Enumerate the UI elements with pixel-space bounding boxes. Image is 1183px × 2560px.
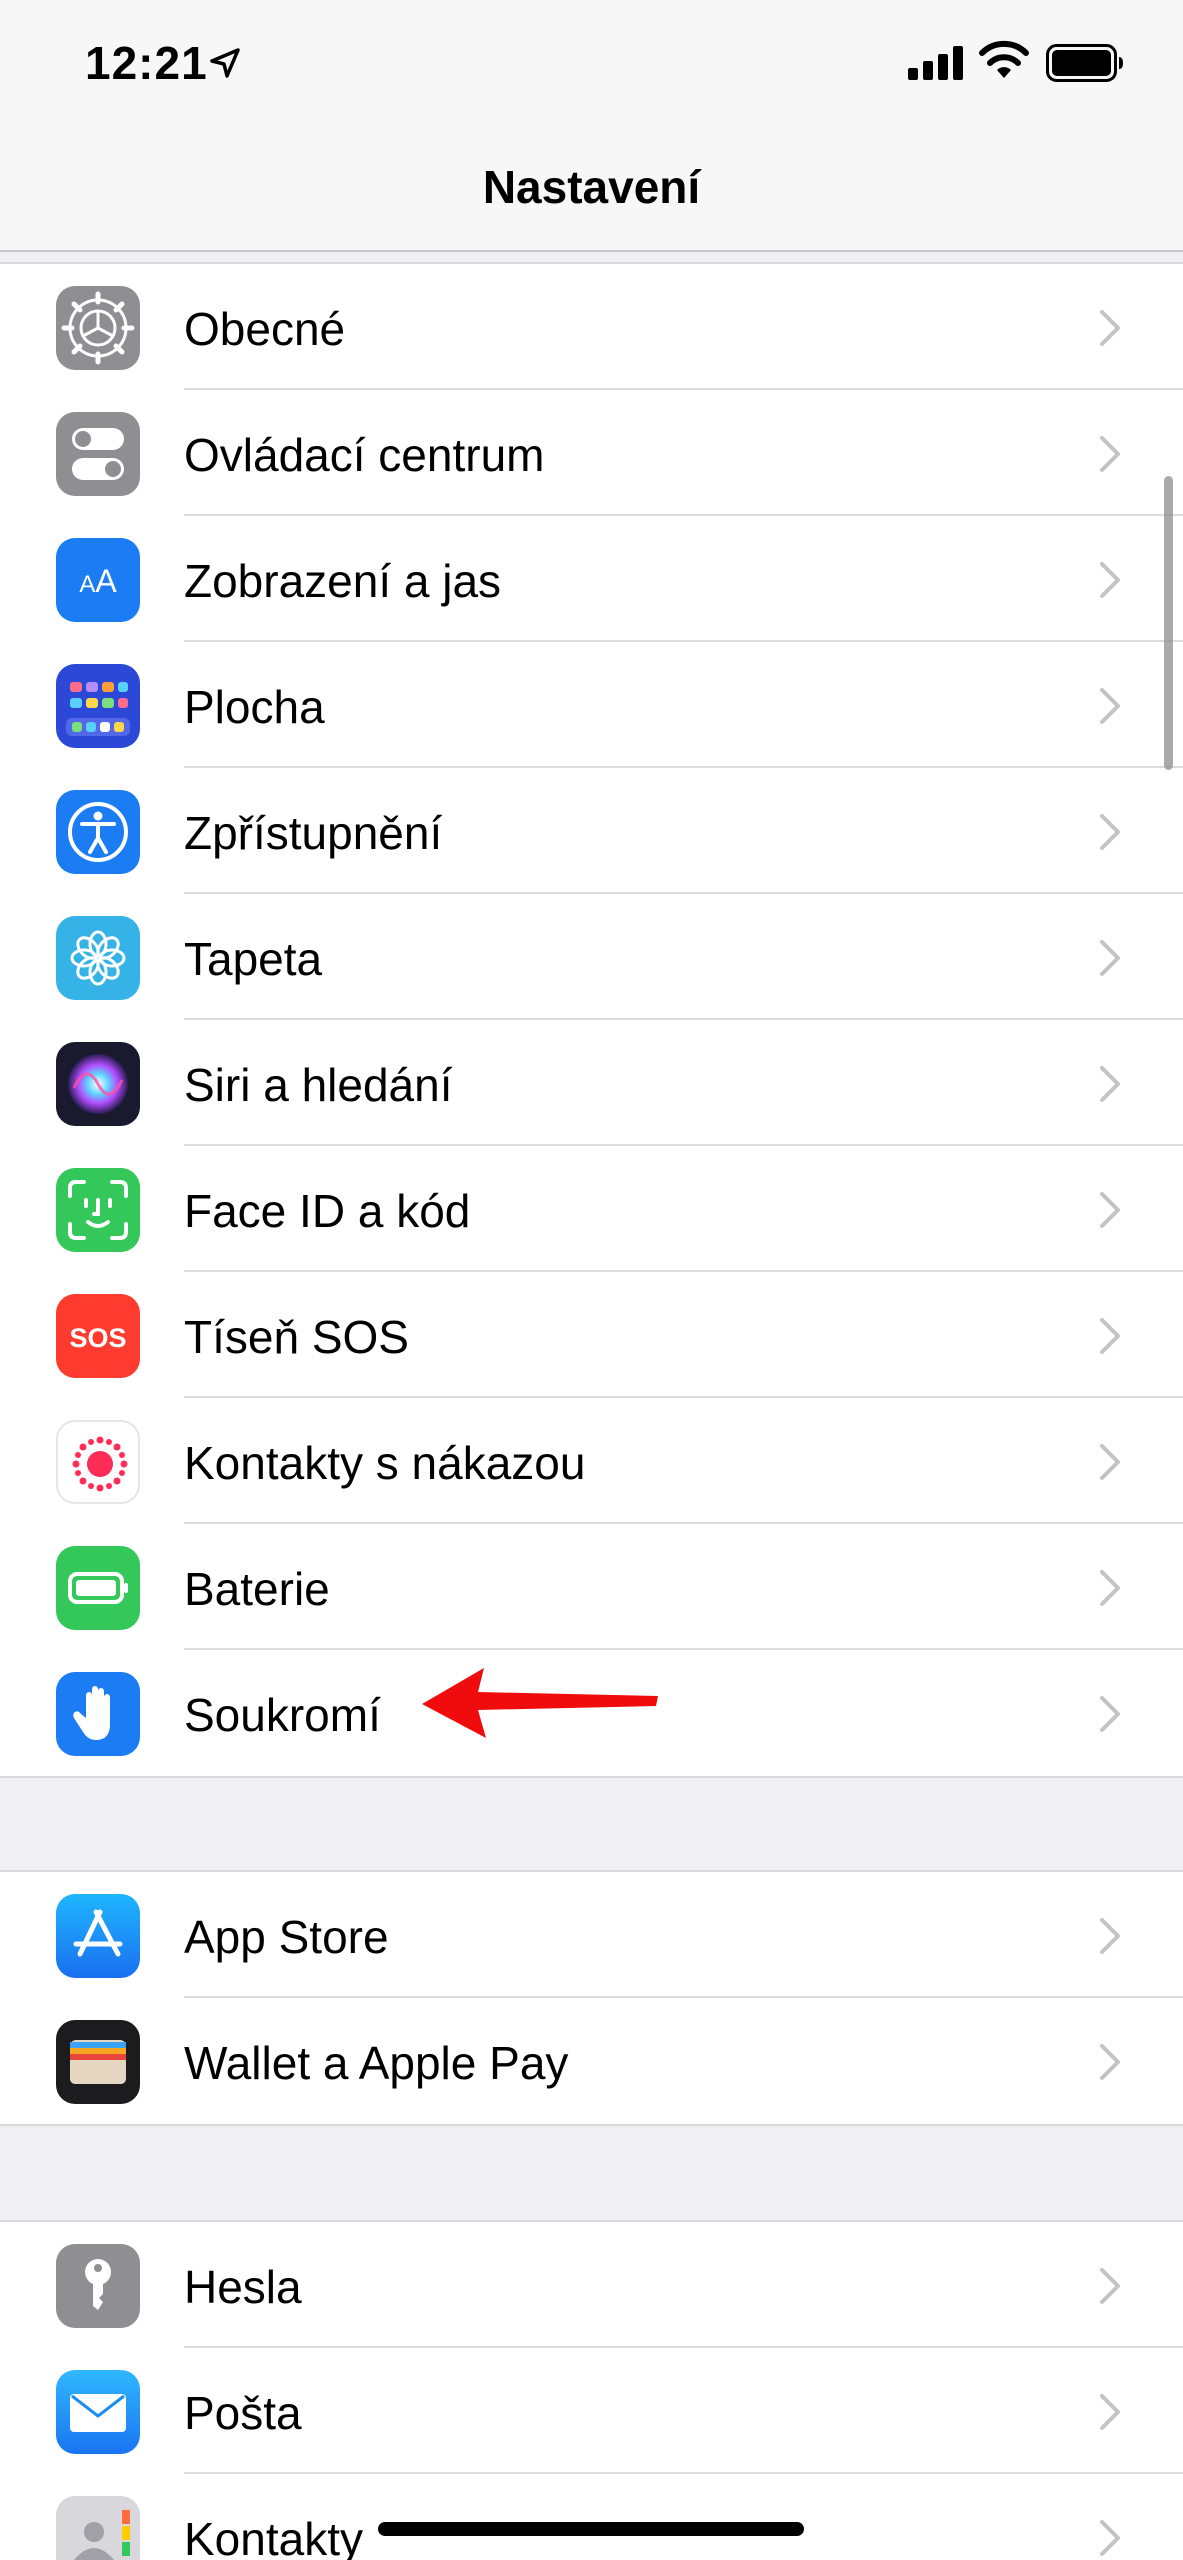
chevron-right-icon [1100,1066,1120,1102]
wifi-icon [979,40,1029,78]
privacy-hand-icon [56,1672,140,1756]
row-label: Zobrazení a jas [184,555,502,607]
settings-row-posta[interactable]: Pošta [0,2348,1183,2474]
settings-row-tisen-sos[interactable]: SOS Tíseň SOS [0,1272,1183,1398]
settings-row-plocha[interactable]: Plocha [0,642,1183,768]
key-icon [56,2244,140,2328]
settings-row-kontakty-s-nakazou[interactable]: Kontakty s nákazou [0,1398,1183,1524]
chevron-right-icon [1100,1570,1120,1606]
settings-group-store: App Store Wallet a Apple Pay [0,1870,1183,2126]
chevron-right-icon [1100,310,1120,346]
settings-row-zobrazeni-a-jas[interactable]: AA Zobrazení a jas [0,516,1183,642]
chevron-right-icon [1100,1444,1120,1480]
svg-text:SOS: SOS [69,1323,126,1353]
chevron-right-icon [1100,1696,1120,1732]
settings-row-face-id[interactable]: Face ID a kód [0,1146,1183,1272]
settings-group-general: Obecné Ovládací centrum AA Zobrazení a j… [0,262,1183,1778]
chevron-right-icon [1100,1318,1120,1354]
chevron-right-icon [1100,2268,1120,2304]
location-arrow-icon [210,48,240,78]
row-label: App Store [184,1911,389,1963]
settings-row-baterie[interactable]: Baterie [0,1524,1183,1650]
face-id-icon [56,1168,140,1252]
chevron-right-icon [1100,1192,1120,1228]
accessibility-icon [56,790,140,874]
row-label: Hesla [184,2261,302,2313]
row-label: Tíseň SOS [184,1311,409,1363]
row-label: Soukromí [184,1689,381,1741]
scroll-indicator[interactable] [1164,476,1173,770]
chevron-right-icon [1100,562,1120,598]
annotation-arrow-icon [422,1668,658,1738]
mail-icon [56,2370,140,2454]
settings-row-hesla[interactable]: Hesla [0,2222,1183,2348]
chevron-right-icon [1100,688,1120,724]
settings-row-kontakty[interactable]: Kontakty [0,2474,1183,2560]
control-center-icon [56,412,140,496]
settings-row-ovladaci-centrum[interactable]: Ovládací centrum [0,390,1183,516]
sos-icon: SOS [56,1294,140,1378]
row-label: Face ID a kód [184,1185,471,1237]
gear-icon [56,286,140,370]
battery-icon [56,1546,140,1630]
status-bar: 12:21 [0,0,1183,130]
exposure-icon [56,1420,140,1504]
chevron-right-icon [1100,940,1120,976]
row-label: Siri a hledání [184,1059,453,1111]
wallet-icon [56,2020,140,2104]
settings-row-app-store[interactable]: App Store [0,1872,1183,1998]
settings-row-tapeta[interactable]: Tapeta [0,894,1183,1020]
navigation-bar: Nastavení [0,130,1183,252]
settings-row-zpristupneni[interactable]: Zpřístupnění [0,768,1183,894]
row-label: Baterie [184,1563,330,1615]
settings-group-accounts: Hesla Pošta Kontakty [0,2220,1183,2560]
row-label: Plocha [184,681,325,733]
row-label: Pošta [184,2387,302,2439]
home-screen-icon [56,664,140,748]
row-label: Zpřístupnění [184,807,443,859]
chevron-right-icon [1100,1918,1120,1954]
cellular-signal-icon [908,46,963,80]
settings-row-wallet[interactable]: Wallet a Apple Pay [0,1998,1183,2124]
contacts-icon [56,2496,140,2560]
row-label: Wallet a Apple Pay [184,2037,569,2089]
chevron-right-icon [1100,2520,1120,2556]
chevron-right-icon [1100,436,1120,472]
chevron-right-icon [1100,814,1120,850]
chevron-right-icon [1100,2394,1120,2430]
svg-text:AA: AA [79,563,117,599]
row-label: Kontakty s nákazou [184,1437,586,1489]
wallpaper-icon [56,916,140,1000]
siri-icon [56,1042,140,1126]
battery-status-icon [1046,44,1123,82]
display-brightness-icon: AA [56,538,140,622]
row-label: Kontakty [184,2513,363,2560]
chevron-right-icon [1100,2044,1120,2080]
home-indicator[interactable] [378,2522,804,2536]
page-title: Nastavení [482,161,701,213]
row-label: Obecné [184,303,346,355]
row-label: Tapeta [184,933,323,985]
app-store-icon [56,1894,140,1978]
row-label: Ovládací centrum [184,429,545,481]
status-time: 12:21 [85,37,208,89]
settings-row-obecne[interactable]: Obecné [0,264,1183,390]
settings-row-siri[interactable]: Siri a hledání [0,1020,1183,1146]
